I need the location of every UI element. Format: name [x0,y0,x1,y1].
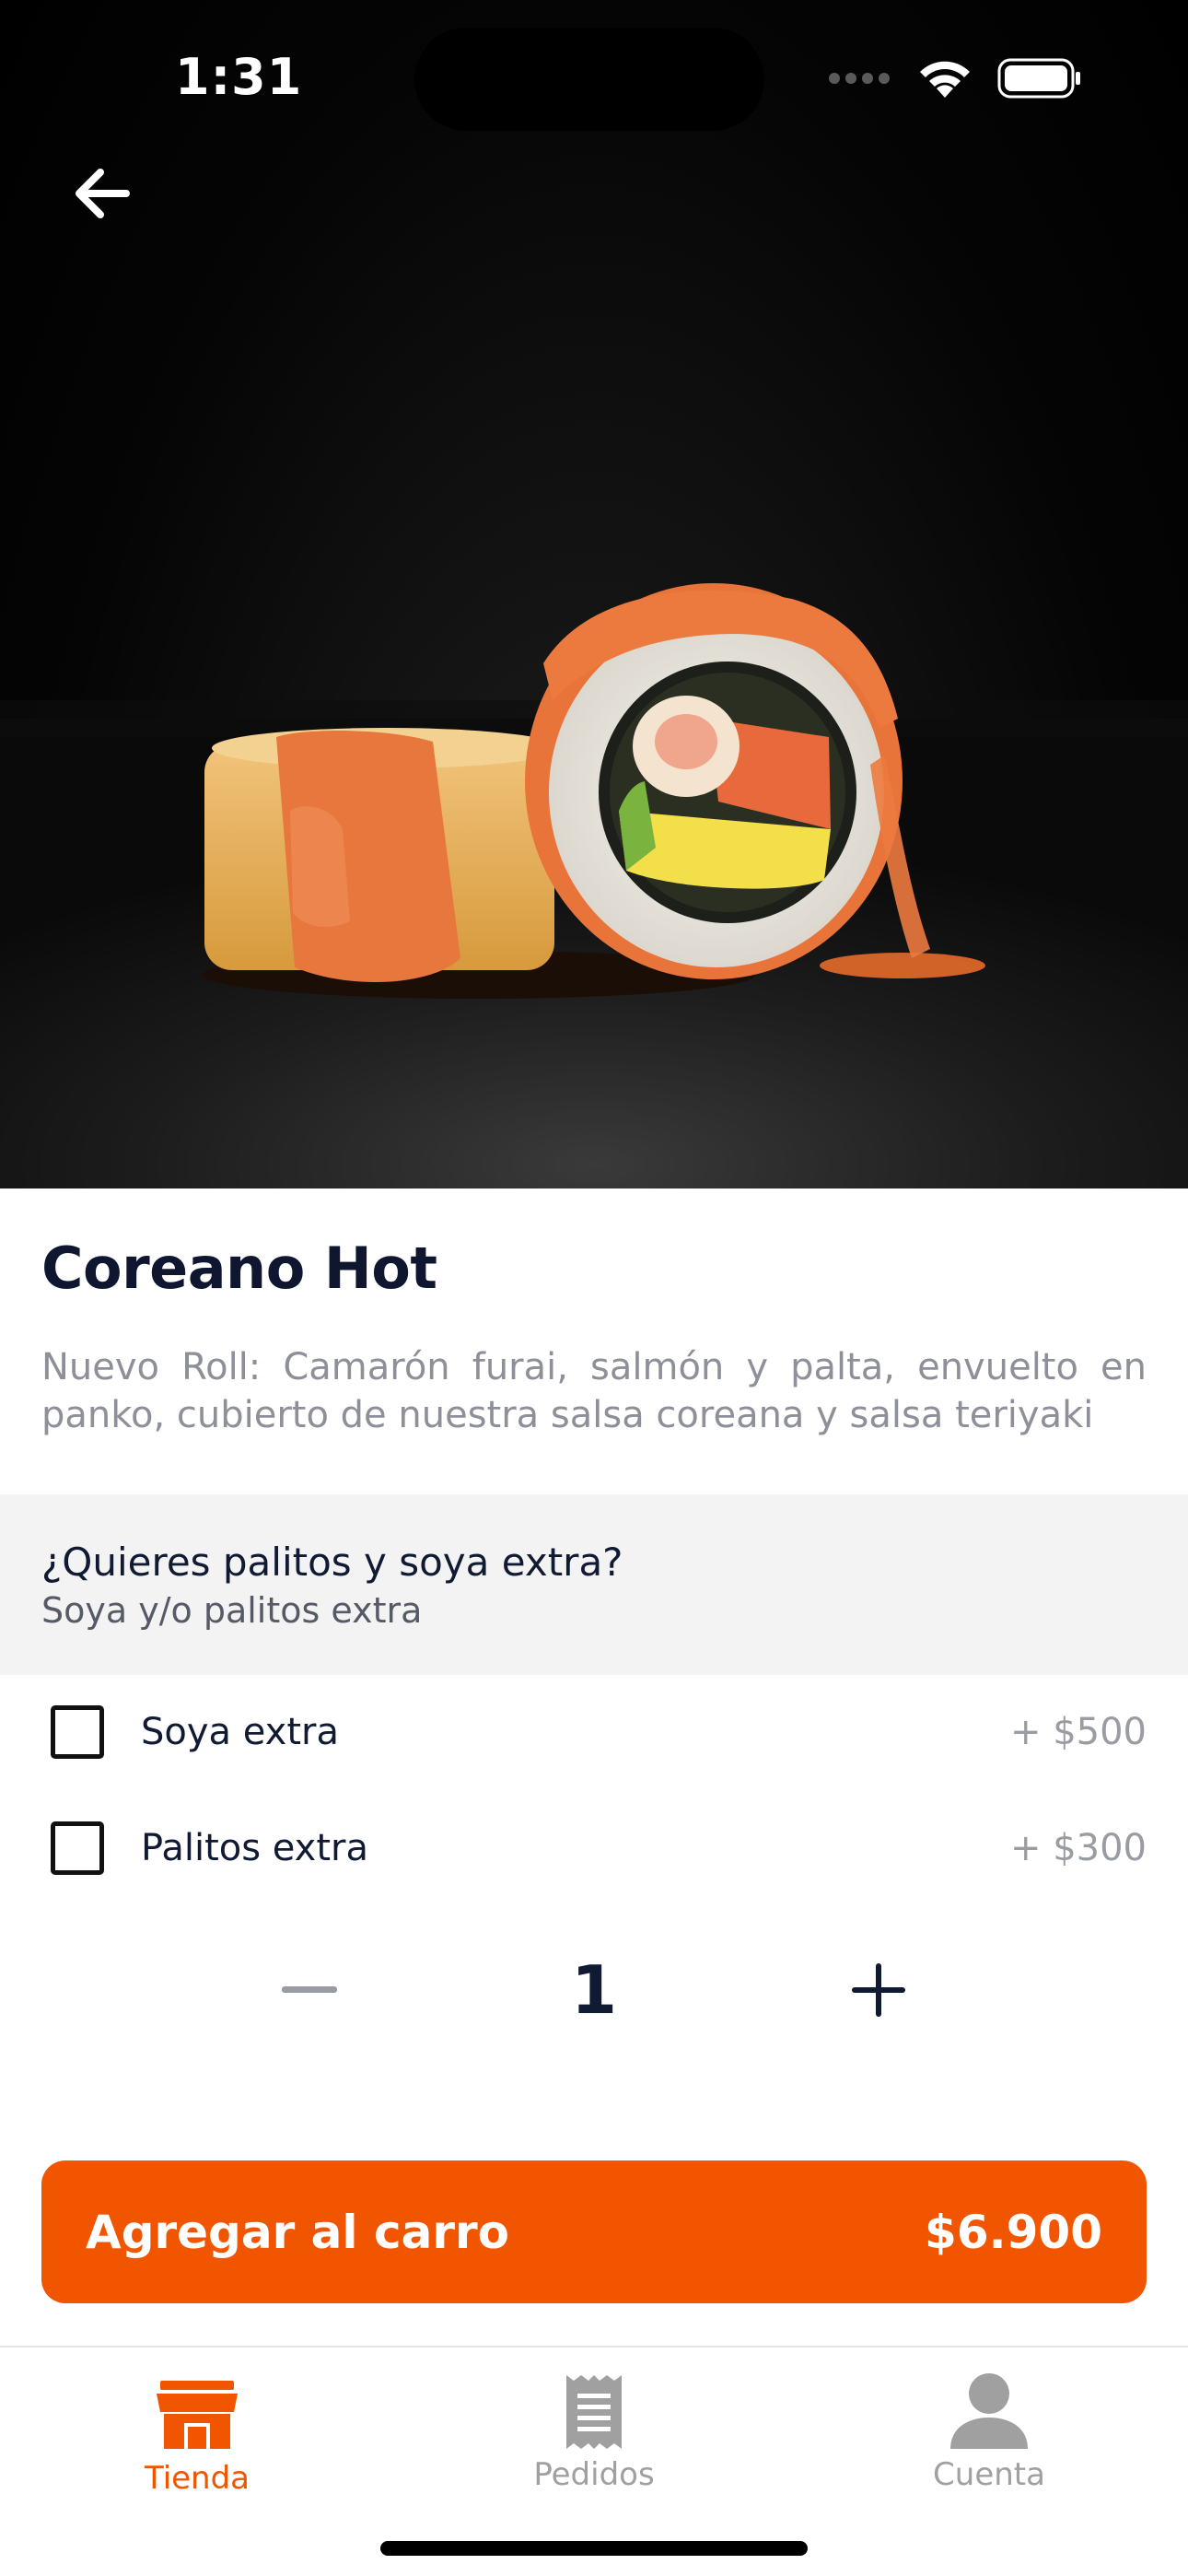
arrow-left-icon [76,169,130,218]
wifi-icon [920,61,970,98]
product-description: Nuevo Roll: Camarón furai, salmón y palt… [41,1346,1147,1436]
add-to-cart-label: Agregar al carro [86,2205,509,2259]
tab-pedidos[interactable]: Pedidos [474,2348,714,2532]
battery-icon [997,58,1080,99]
back-button[interactable] [55,147,147,240]
palitos-extra-checkbox[interactable] [51,1821,104,1875]
increase-quantity-button[interactable] [840,1944,917,2036]
tab-label: Pedidos [533,2456,655,2493]
option-label: Palitos extra [141,1827,368,1869]
quantity-value: 1 [570,1951,618,2029]
decrease-quantity-button[interactable] [273,1944,346,2036]
option-palitos-extra[interactable]: Palitos extra + $300 [0,1802,1188,1894]
store-icon [157,2381,238,2449]
option-label: Soya extra [141,1711,339,1753]
option-price: + $500 [1009,1711,1147,1753]
status-icons [828,57,1082,100]
home-indicator [380,2541,808,2556]
tab-tienda[interactable]: Tienda [77,2348,317,2532]
signal-icon [829,73,890,84]
quantity-stepper: 1 [0,1944,1188,2036]
product-hero-image: 1:31 [0,0,1188,1188]
receipt-icon [566,2375,622,2449]
sushi-photo [0,583,1188,1188]
dynamic-island [414,28,764,131]
plus-icon [852,1963,905,2017]
product-title: Coreano Hot [41,1235,437,1302]
minus-icon [282,1986,337,1993]
extras-section-header: ¿Quieres palitos y soya extra? Soya y/o … [0,1494,1188,1675]
user-icon [950,2373,1028,2449]
tab-label: Cuenta [933,2456,1045,2493]
option-price: + $300 [1009,1827,1147,1869]
add-to-cart-button[interactable]: Agregar al carro $6.900 [41,2160,1147,2303]
status-time: 1:31 [175,48,303,106]
extras-subtitle: Soya y/o palitos extra [41,1590,423,1631]
soya-extra-checkbox[interactable] [51,1705,104,1759]
add-to-cart-price: $6.900 [925,2205,1102,2259]
tab-label: Tienda [144,2460,250,2497]
tab-cuenta[interactable]: Cuenta [869,2348,1109,2532]
extras-title: ¿Quieres palitos y soya extra? [41,1540,623,1585]
option-soya-extra[interactable]: Soya extra + $500 [0,1686,1188,1778]
